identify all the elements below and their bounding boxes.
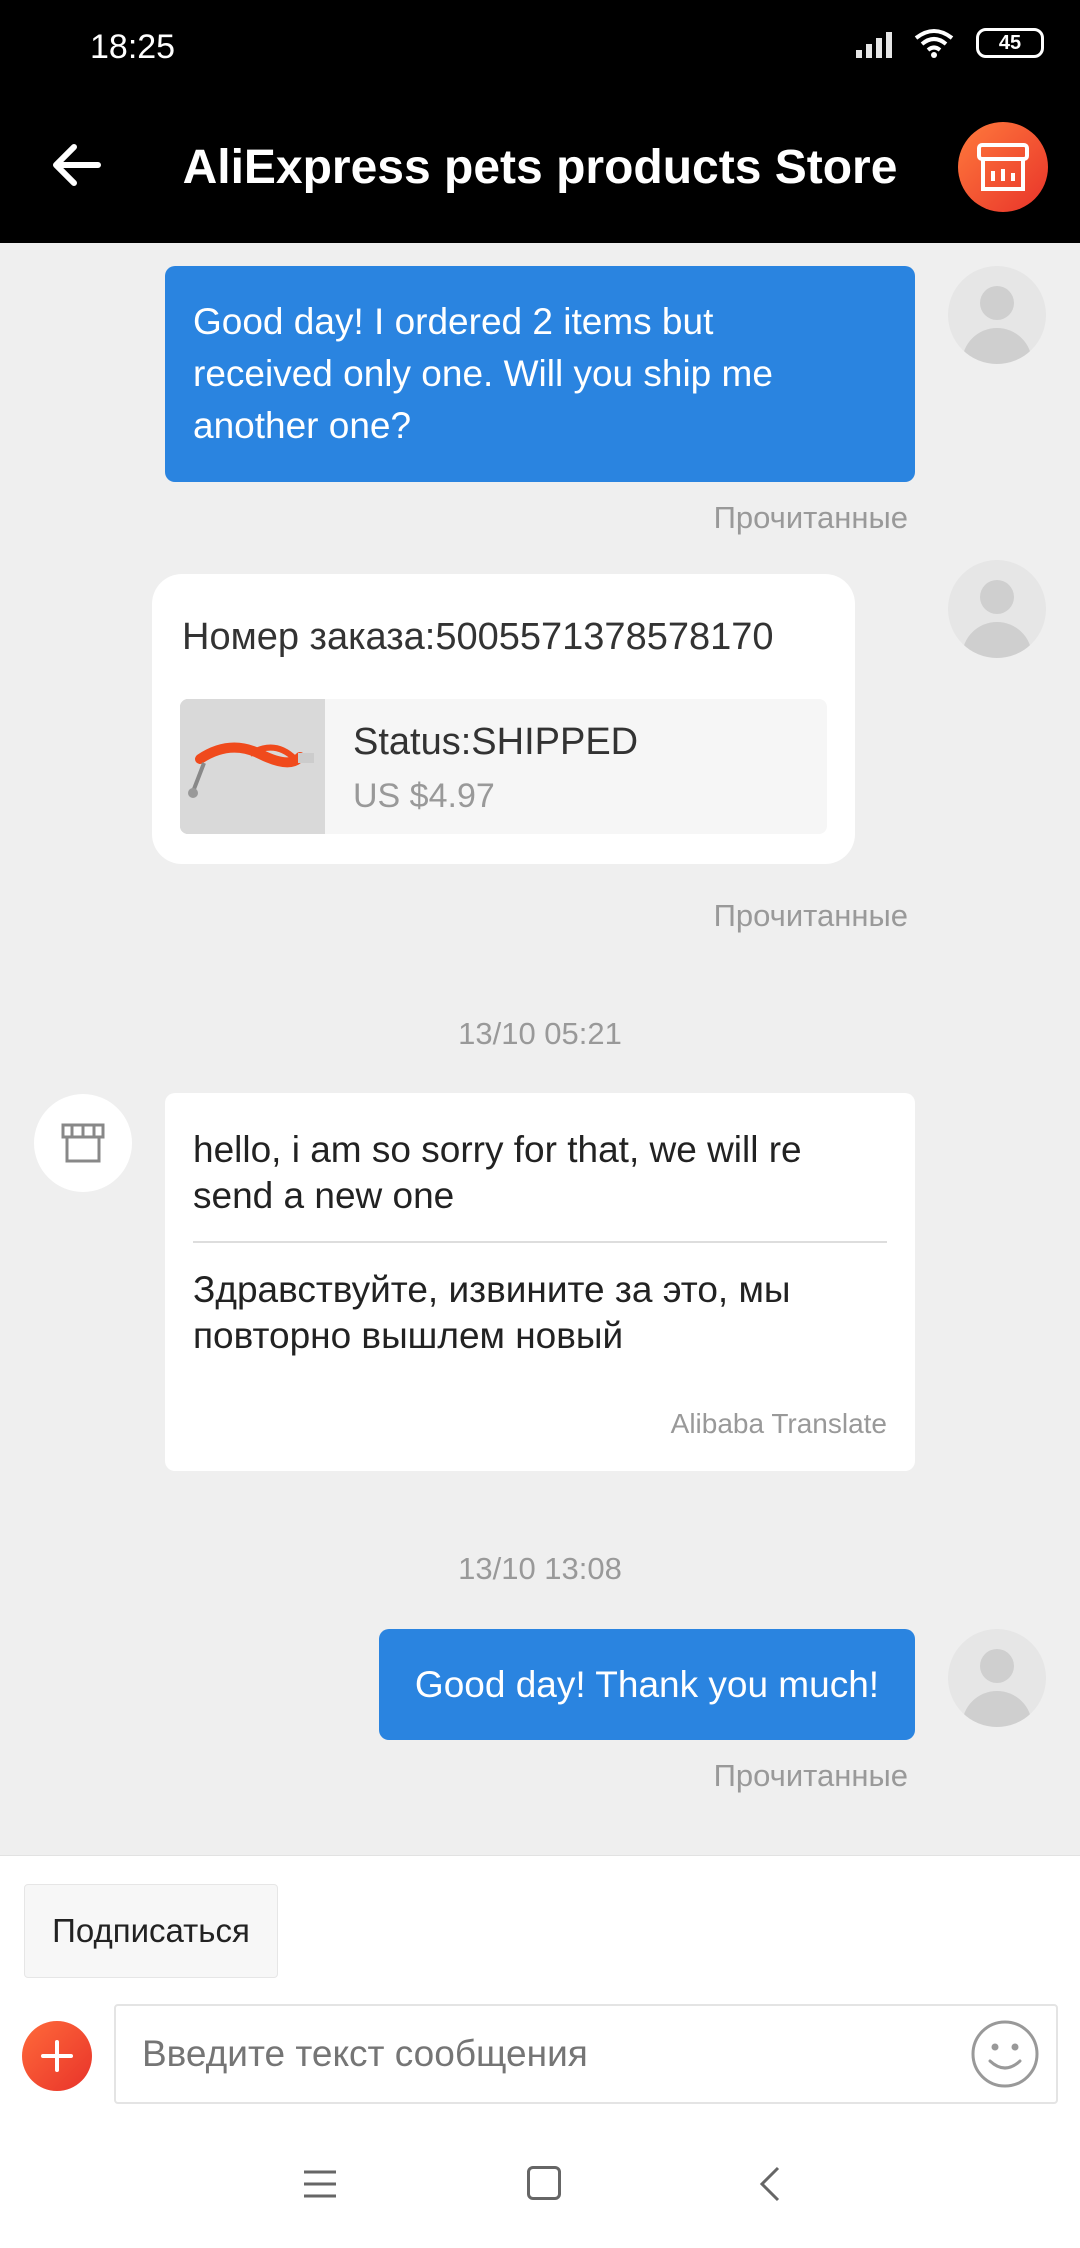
nav-back-icon[interactable] — [758, 2164, 782, 2204]
system-nav-bar — [0, 2120, 1080, 2248]
wifi-icon — [914, 29, 954, 58]
message-text-line: Good day! Thank you much! — [414, 1663, 880, 1705]
product-thumbnail — [180, 699, 325, 834]
user-avatar — [948, 1629, 1046, 1727]
order-status: Status:SHIPPED — [353, 721, 639, 763]
store-avatar[interactable] — [958, 122, 1048, 212]
order-number: Номер заказа:5005571378578170 — [182, 616, 774, 658]
user-avatar — [948, 266, 1046, 364]
subscribe-button[interactable]: Подписаться — [24, 1884, 278, 1978]
message-text-line: Good day! I ordered 2 items but — [193, 301, 714, 342]
page-title: AliExpress pets products Store — [182, 141, 898, 194]
message-text-line: повторно вышлем новый — [193, 1315, 624, 1356]
message-text-line: received only one. Will you ship me — [193, 353, 773, 394]
order-price: US $4.97 — [353, 777, 495, 815]
composer-panel: Подписаться — [0, 1855, 1080, 2120]
store-icon — [977, 143, 1029, 191]
translation-divider — [193, 1241, 887, 1243]
order-card[interactable]: Номер заказа:5005571378578170 Status:SHI… — [152, 574, 855, 864]
message-text-line: another one? — [193, 405, 412, 446]
translated-message-text: Здравствуйте, извините за это, мы повтор… — [193, 1267, 887, 1359]
read-status: Прочитанные — [713, 500, 908, 535]
plus-icon — [41, 2040, 73, 2072]
message-text-line: Здравствуйте, извините за это, мы — [193, 1269, 791, 1310]
original-message-text: hello, i am so sorry for that, we will r… — [193, 1127, 887, 1219]
message-text-line: hello, i am so sorry for that, we will r… — [193, 1129, 802, 1170]
battery-icon: 45 — [976, 28, 1044, 58]
translation-provider: Alibaba Translate — [670, 1408, 887, 1439]
back-arrow-icon[interactable] — [48, 135, 108, 195]
emoji-icon[interactable] — [970, 2019, 1040, 2089]
shop-avatar[interactable] — [34, 1094, 132, 1192]
menu-icon[interactable] — [302, 2168, 338, 2200]
app-header: 18:25 45 AliExpress pets products Store — [0, 0, 1080, 243]
order-item[interactable]: Status:SHIPPED US $4.97 — [180, 699, 827, 834]
user-avatar — [948, 560, 1046, 658]
message-text-line: send a new one — [193, 1175, 455, 1216]
add-attachment-button[interactable] — [22, 2021, 92, 2091]
message-input[interactable] — [114, 2004, 1058, 2104]
incoming-message[interactable]: hello, i am so sorry for that, we will r… — [165, 1093, 915, 1471]
signal-icon — [856, 28, 892, 58]
store-icon — [61, 1123, 105, 1163]
read-status: Прочитанные — [713, 898, 908, 933]
timestamp: 13/10 13:08 — [458, 1551, 622, 1586]
outgoing-message[interactable]: Good day! Thank you much! — [379, 1629, 915, 1740]
home-icon[interactable] — [527, 2166, 561, 2200]
outgoing-message[interactable]: Good day! I ordered 2 items but received… — [165, 266, 915, 482]
status-time: 18:25 — [90, 28, 176, 66]
read-status: Прочитанные — [713, 1758, 908, 1793]
status-icons: 45 — [856, 28, 1044, 58]
timestamp: 13/10 05:21 — [458, 1016, 622, 1051]
